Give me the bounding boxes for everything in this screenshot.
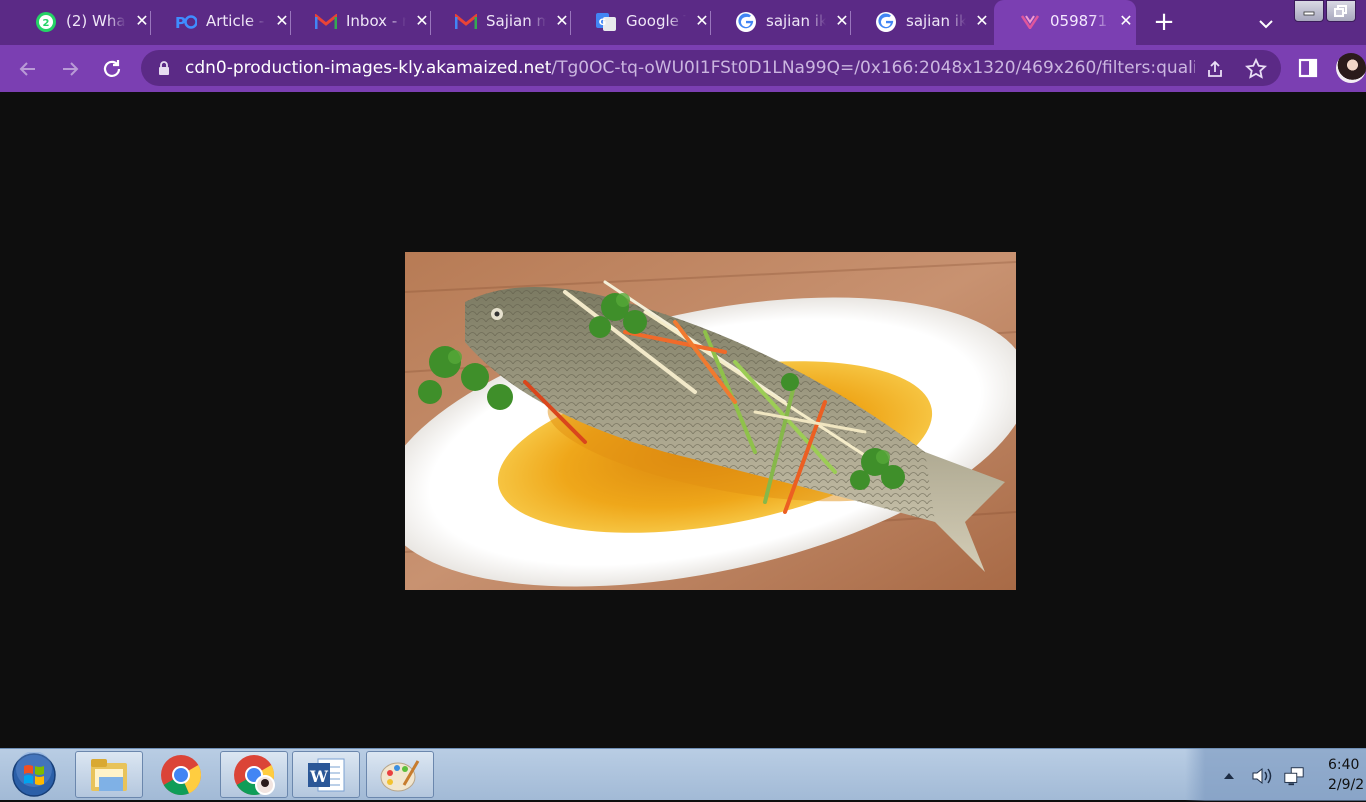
browser-toolbar: cdn0-production-images-kly.akamaized.net… — [0, 45, 1366, 92]
tab-sajian-ikan-1[interactable]: sajian ikan ✕ — [710, 0, 852, 45]
gmail-icon — [315, 11, 337, 33]
steamed-fish-image — [405, 252, 1016, 590]
volume-icon[interactable] — [1251, 765, 1273, 787]
food-photo[interactable] — [405, 252, 1016, 590]
back-button[interactable] — [14, 55, 42, 83]
tab-close-button[interactable]: ✕ — [552, 11, 572, 31]
tab-title: Inbox - mail — [346, 12, 406, 30]
pd-icon: P — [175, 11, 197, 33]
restore-button[interactable] — [1326, 0, 1356, 22]
svg-text:G: G — [599, 18, 606, 28]
svg-text:W: W — [309, 767, 329, 786]
chrome-profile-icon — [234, 754, 275, 795]
tab-title: sajian ikan — [766, 12, 826, 30]
start-button[interactable] — [10, 751, 58, 798]
tab-title: Sajian mail — [486, 12, 546, 30]
tab-close-button[interactable]: ✕ — [972, 11, 992, 31]
share-icon[interactable] — [1204, 58, 1226, 80]
clock-date: 2/9/2 — [1328, 777, 1365, 793]
tab-close-button[interactable]: ✕ — [272, 11, 292, 31]
taskbar-chrome[interactable] — [147, 751, 215, 798]
taskbar-clock[interactable]: 6:40 2/9/2 — [1328, 755, 1364, 795]
google-icon — [875, 11, 897, 33]
restore-icon — [1334, 5, 1347, 17]
lock-icon[interactable] — [157, 60, 171, 76]
clock-time: 6:40 — [1328, 757, 1360, 773]
minimize-icon — [1303, 11, 1315, 16]
whatsapp-icon: 2 — [35, 11, 57, 33]
tab-close-button[interactable]: ✕ — [1116, 11, 1136, 31]
tab-strip: 2 (2) WhatsApp ✕ P Article - PD ✕ Inbox … — [0, 0, 1366, 45]
show-hidden-icons-icon[interactable] — [1218, 765, 1240, 787]
tab-close-button[interactable]: ✕ — [132, 11, 152, 31]
tab-title: (2) WhatsApp — [66, 12, 126, 30]
address-bar[interactable]: cdn0-production-images-kly.akamaized.net… — [141, 50, 1281, 86]
url-text[interactable]: cdn0-production-images-kly.akamaized.net… — [185, 58, 1195, 78]
tab-image-active[interactable]: 0598711 ✕ — [994, 0, 1136, 45]
tab-article[interactable]: P Article - PD ✕ — [150, 0, 292, 45]
reload-icon — [103, 60, 121, 77]
profile-avatar[interactable] — [1336, 53, 1366, 83]
reload-button[interactable] — [98, 55, 126, 83]
tab-close-button[interactable]: ✕ — [692, 11, 712, 31]
forward-button[interactable] — [56, 55, 84, 83]
tab-title: sajian ikan — [906, 12, 966, 30]
chevron-down-icon[interactable] — [1254, 12, 1278, 36]
forward-arrow-icon — [63, 62, 79, 76]
tab-title: Google Translate — [626, 12, 686, 30]
tab-sajian-mail[interactable]: Sajian mail ✕ — [430, 0, 572, 45]
paint-palette-icon — [380, 759, 420, 791]
windows-taskbar: W 6:40 2/9/2 — [0, 748, 1366, 801]
taskbar-word[interactable]: W — [292, 751, 360, 798]
chrome-icon — [161, 754, 202, 795]
network-icon[interactable] — [1283, 765, 1305, 787]
url-domain: cdn0-production-images-kly.akamaized.net — [185, 58, 552, 78]
google-icon — [735, 11, 757, 33]
tab-whatsapp[interactable]: 2 (2) WhatsApp ✕ — [10, 0, 152, 45]
tab-title: Article - PD — [206, 12, 266, 30]
minimize-button[interactable] — [1294, 0, 1324, 22]
tab-google-translate[interactable]: G Google Translate ✕ — [570, 0, 712, 45]
side-panel-icon[interactable] — [1295, 55, 1321, 81]
google-translate-icon: G — [595, 11, 617, 33]
gmail-icon — [455, 11, 477, 33]
new-tab-button[interactable]: + — [1150, 8, 1178, 36]
folder-icon — [91, 758, 127, 791]
tab-close-button[interactable]: ✕ — [412, 11, 432, 31]
tab-title: 0598711 — [1050, 12, 1110, 30]
bookmark-star-icon[interactable] — [1245, 58, 1267, 80]
back-arrow-icon — [19, 62, 35, 76]
whatsapp-badge: 2 — [43, 18, 50, 29]
taskbar-chrome-profile[interactable] — [220, 751, 288, 798]
tab-inbox[interactable]: Inbox - mail ✕ — [290, 0, 432, 45]
windows-logo-icon — [12, 751, 56, 797]
word-icon: W — [308, 758, 345, 791]
taskbar-explorer[interactable] — [75, 751, 143, 798]
tab-close-button[interactable]: ✕ — [832, 11, 852, 31]
kly-icon — [1019, 11, 1041, 33]
taskbar-paint[interactable] — [366, 751, 434, 798]
window-controls — [1294, 0, 1366, 22]
image-viewer — [0, 92, 1366, 748]
url-path: /Tg0OC-tq-oWU0I1FSt0D1LNa99Q=/0x166:2048… — [551, 58, 1195, 78]
tab-sajian-ikan-2[interactable]: sajian ikan ✕ — [850, 0, 990, 45]
